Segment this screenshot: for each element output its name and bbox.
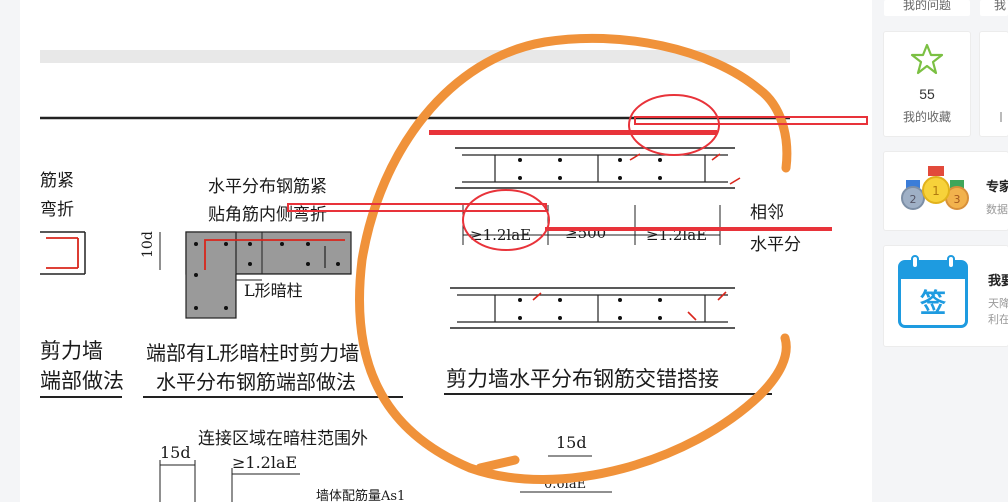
signin-card[interactable]: 签 我要 天降 利在 [884,246,1008,346]
l-column-label: L形暗柱 [244,281,303,300]
lap-detail-top [455,147,741,189]
expert-title: 专家 [986,179,1008,194]
left-wall-detail [40,231,86,275]
lap-dim-1: ≥1.2laE [470,226,531,244]
expert-desc: 数据 [986,204,1008,216]
sign-icon-text: 签 [919,288,946,318]
mid-label-2: 贴角筋内侧弯折 [208,205,327,225]
bottom-15d-right: 15d [556,433,587,452]
favorites-label: 我的收藏 [902,110,951,124]
svg-text:1: 1 [932,184,940,198]
structural-drawing: 筋紧 弯折 剪力墙 端部做法 水平分布钢筋紧 贴角筋内侧弯折 10d L形暗柱 … [40,33,868,502]
mid-caption-1: 端部有L形暗柱时剪力墙 [146,341,359,365]
mid-label-1: 水平分布钢筋紧 [208,177,327,197]
lap-dim-2: ≥500 [565,224,606,242]
calendar-sign-icon: 签 [898,255,968,328]
medals-icon: 2 3 1 [901,166,969,210]
right-caption: 剪力墙水平分布钢筋交错搭接 [446,367,719,391]
my-questions-card[interactable]: 我的问题 [884,0,970,16]
l-column-detail [185,231,352,319]
my-questions-label: 我的问题 [902,0,951,12]
side-card-partial[interactable] [980,32,1008,136]
red-highlight-line-2 [545,227,832,231]
top-right-label: 我 [994,0,1007,12]
signin-desc-2: 利在 [988,314,1008,326]
star-icon [910,43,944,75]
favorites-card[interactable]: 55 我的收藏 [884,32,970,136]
signin-desc-1: 天降 [988,298,1008,310]
top-right-card[interactable]: 我 [980,0,1008,16]
bottom-connect-label: 连接区域在暗柱范围外 [198,429,368,449]
orange-annotation-stroke [355,33,792,484]
dim-10d: 10d [140,231,156,258]
expert-card[interactable]: 2 3 1 专家 数据 [884,152,1008,230]
bottom-15d-left: 15d [160,443,191,462]
right-label-1: 相邻 [750,203,784,223]
left-label-1: 筋紧 [40,171,74,191]
left-caption-1: 剪力墙 [40,339,103,363]
lap-detail-bottom [450,287,735,329]
left-label-2: 弯折 [40,200,74,220]
svg-text:3: 3 [954,193,961,206]
bottom-wall-label: 墙体配筋量As1 [316,488,405,502]
favorites-count: 55 [919,86,935,102]
right-label-2: 水平分 [750,235,801,255]
red-highlight-line-1 [429,130,717,135]
signin-title: 我要 [988,273,1008,288]
left-caption-2: 端部做法 [40,369,124,393]
svg-text:2: 2 [910,193,917,206]
mid-caption-2: 水平分布钢筋端部做法 [156,370,356,394]
bottom-lap: ≥1.2laE [232,453,297,472]
